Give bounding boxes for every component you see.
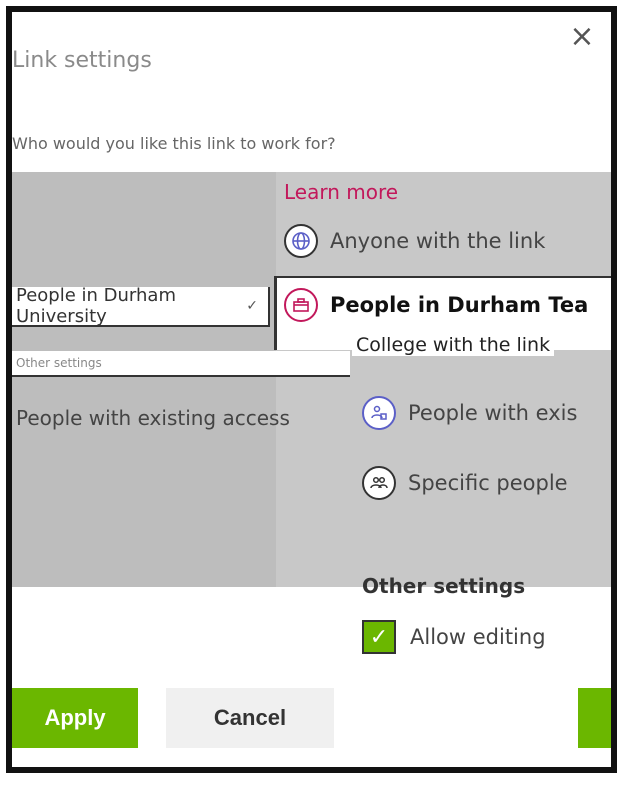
other-settings-heading: Other settings	[362, 574, 526, 598]
left-existing-text: People with existing access	[16, 406, 290, 430]
option-durham[interactable]: People in Durham Tea	[284, 288, 588, 322]
learn-more-link[interactable]: Learn more	[284, 180, 398, 204]
option-anyone-label: Anyone with the link	[330, 229, 546, 253]
dialog-subtitle: Who would you like this link to work for…	[12, 134, 336, 153]
allow-editing-checkbox[interactable]: ✓	[362, 620, 396, 654]
option-durham-label: People in Durham Tea	[330, 293, 589, 317]
dialog-title: Link settings	[12, 48, 152, 73]
specific-people-icon	[362, 466, 396, 500]
chevron-down-icon: ✓	[246, 298, 258, 314]
left-overlay	[12, 172, 276, 587]
option-existing-label: People with exis	[408, 401, 578, 425]
link-settings-dialog: × Link settings Who would you like this …	[6, 6, 617, 773]
option-anyone[interactable]: Anyone with the link	[284, 224, 545, 258]
allow-editing-label: Allow editing	[410, 625, 546, 649]
apply-button[interactable]: Apply	[12, 688, 138, 748]
option-specific-label: Specific people	[408, 471, 568, 495]
cancel-button[interactable]: Cancel	[166, 688, 334, 748]
option-specific-people[interactable]: Specific people	[362, 466, 568, 500]
checkmark-icon: ✓	[369, 624, 389, 650]
left-sub-label: Other settings	[12, 351, 350, 377]
allow-editing-row[interactable]: ✓ Allow editing	[362, 620, 546, 654]
globe-icon	[284, 224, 318, 258]
audience-dropdown-value: People in Durham University	[16, 285, 176, 327]
option-existing-access[interactable]: People with exis	[362, 396, 577, 430]
building-icon	[284, 288, 318, 322]
audience-dropdown[interactable]: People in Durham University ✓	[12, 285, 270, 327]
right-action-button[interactable]	[578, 688, 611, 748]
people-existing-icon	[362, 396, 396, 430]
option-durham-sub: College with the link	[352, 334, 555, 356]
